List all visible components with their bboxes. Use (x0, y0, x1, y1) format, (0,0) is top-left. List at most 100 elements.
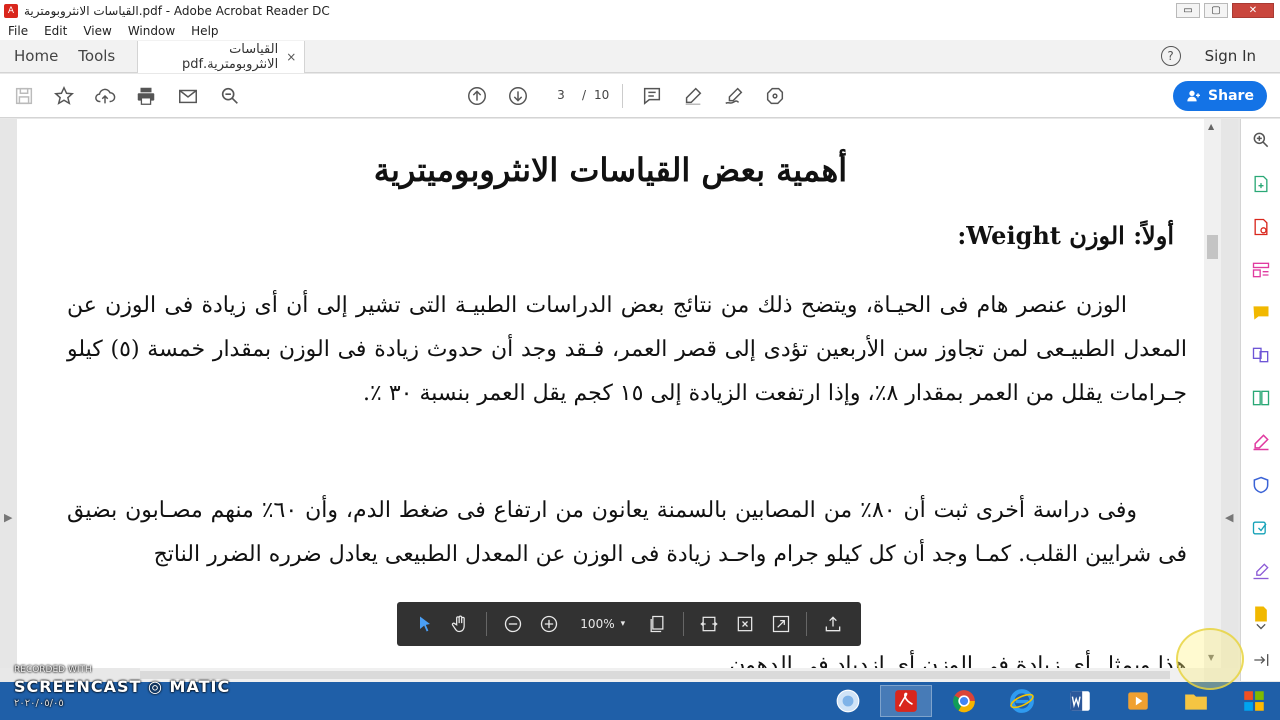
search-icon[interactable] (218, 84, 242, 108)
tools-scroll-down-icon[interactable] (1250, 615, 1272, 637)
select-arrow-icon[interactable] (412, 611, 438, 637)
zoom-dropdown-icon[interactable]: ▾ (621, 619, 626, 629)
email-icon[interactable] (176, 84, 200, 108)
taskbar-circle-app-icon[interactable] (822, 685, 874, 717)
hand-pan-icon[interactable] (448, 611, 474, 637)
signature-icon[interactable] (1250, 560, 1272, 582)
full-screen-icon[interactable] (768, 611, 794, 637)
page-heading: أهمية بعض القياسات الانثروبوميترية (373, 151, 848, 189)
taskbar-media-icon[interactable] (1112, 685, 1164, 717)
edit-pdf-icon[interactable] (1250, 259, 1272, 281)
page-view-icon[interactable] (644, 611, 670, 637)
highlight-pen-icon[interactable] (681, 84, 705, 108)
main-toolbar: 3 / 10 Share (0, 74, 1280, 118)
paragraph: الوزن عنصر هام فى الحيـاة، ويتضح ذلك من … (67, 293, 1188, 406)
cursor-highlight (1176, 628, 1244, 690)
page-navigator: 3 / 10 (548, 88, 609, 102)
vertical-scrollbar[interactable]: ▲ ▼ (1204, 119, 1221, 668)
comment-tool-icon[interactable] (1250, 302, 1272, 324)
left-pane-toggle-icon[interactable]: ▶ (4, 511, 12, 524)
sign-in-link[interactable]: Sign In (1205, 47, 1256, 65)
upload-cloud-icon[interactable] (93, 84, 117, 108)
title-bar: A القياسات الانثروبومترية.pdf - Adobe Ac… (0, 0, 1280, 21)
tab-document[interactable]: القياسات الانثروبومترية.pdf × (137, 41, 306, 73)
watermark-date: ٢٠٢٠/٠٥/٠٥ (14, 698, 64, 709)
taskbar-acrobat-icon[interactable] (880, 685, 932, 717)
zoom-search-icon[interactable] (1250, 129, 1272, 151)
float-divider (806, 612, 808, 636)
zoom-in-icon[interactable] (536, 611, 562, 637)
float-divider (682, 612, 684, 636)
minimize-button[interactable]: ▭ (1176, 3, 1200, 18)
horizontal-scrollbar[interactable] (140, 668, 1204, 682)
document-viewport[interactable]: ▶ أهمية بعض القياسات الانثروبوميترية أول… (0, 119, 1238, 668)
export-upload-icon[interactable] (820, 611, 846, 637)
watermark-brand-suffix: MATIC (169, 677, 231, 696)
taskbar-ie-icon[interactable] (996, 685, 1048, 717)
menu-help[interactable]: Help (183, 24, 226, 38)
collapse-pane-icon[interactable] (1250, 649, 1272, 671)
menu-bar: File Edit View Window Help (0, 21, 1280, 40)
stamp-icon[interactable] (763, 84, 787, 108)
help-icon[interactable]: ? (1160, 46, 1181, 66)
organize-pages-icon[interactable] (1250, 387, 1272, 409)
tab-close-icon[interactable]: × (286, 50, 296, 64)
watermark-brand-name: SCREENCAST (14, 677, 142, 696)
floating-zoom-toolbar: 100% ▾ (397, 602, 861, 646)
send-review-icon[interactable] (1250, 517, 1272, 539)
comment-icon[interactable] (640, 84, 664, 108)
tab-home[interactable]: Home (0, 40, 72, 72)
horizontal-scroll-thumb[interactable] (140, 671, 1170, 679)
float-divider (486, 612, 488, 636)
page-number-input[interactable]: 3 (548, 88, 574, 102)
create-pdf-icon[interactable] (1250, 216, 1272, 238)
menu-file[interactable]: File (0, 24, 36, 38)
fit-width-icon[interactable] (697, 611, 723, 637)
section-title: أولاً: الوزن Weight: (957, 221, 1174, 250)
watermark-brand: SCREENCAST ◎ MATIC (14, 677, 230, 696)
tab-tools[interactable]: Tools (72, 40, 129, 72)
taskbar-folder-icon[interactable] (1170, 685, 1222, 717)
fill-sign-icon[interactable] (1250, 431, 1272, 453)
fit-page-icon[interactable] (732, 611, 758, 637)
window-controls: ▭ ▢ ✕ (1176, 3, 1274, 18)
draw-sign-icon[interactable] (722, 84, 746, 108)
previous-page-icon[interactable] (465, 84, 489, 108)
maximize-button[interactable]: ▢ (1204, 3, 1228, 18)
page-separator: / (582, 88, 587, 102)
taskbar-word-icon[interactable] (1054, 685, 1106, 717)
right-pane-toggle-icon[interactable]: ◀ (1225, 511, 1233, 524)
combine-files-icon[interactable] (1250, 344, 1272, 366)
watermark-logo-icon: ◎ (147, 677, 163, 696)
scroll-up-icon[interactable]: ▲ (1208, 122, 1214, 131)
share-label: Share (1208, 88, 1254, 104)
tab-bar: Home Tools القياسات الانثروبومترية.pdf ×… (0, 40, 1280, 73)
next-page-icon[interactable] (506, 84, 530, 108)
zoom-out-icon[interactable] (500, 611, 526, 637)
toolbar-divider (622, 84, 623, 108)
zoom-level[interactable]: 100% (580, 617, 614, 631)
vertical-scroll-thumb[interactable] (1207, 235, 1218, 259)
close-window-button[interactable]: ✕ (1232, 3, 1274, 18)
menu-edit[interactable]: Edit (36, 24, 75, 38)
paragraph: وفى دراسة أخرى ثبت أن ٨٠٪ من المصابين با… (67, 498, 1187, 567)
bookmark-star-icon[interactable] (52, 84, 76, 108)
pdf-app-icon: A (4, 3, 18, 18)
right-tools-pane (1240, 119, 1280, 681)
menu-window[interactable]: Window (120, 24, 183, 38)
save-icon[interactable] (12, 84, 36, 108)
protect-shield-icon[interactable] (1250, 474, 1272, 496)
screencast-watermark: RECORDED WITH SCREENCAST ◎ MATIC ٢٠٢٠/٠٥… (14, 665, 230, 709)
taskbar-start-icon[interactable] (1228, 685, 1280, 717)
menu-view[interactable]: View (75, 24, 119, 38)
share-person-icon (1187, 90, 1201, 102)
acrobat-window: A القياسات الانثروبومترية.pdf - Adobe Ac… (0, 0, 1280, 720)
share-button[interactable]: Share (1173, 81, 1267, 111)
print-icon[interactable] (134, 84, 158, 108)
window-title: القياسات الانثروبومترية.pdf - Adobe Acro… (24, 3, 330, 18)
watermark-recorded: RECORDED WITH (14, 665, 92, 675)
paragraph: هذا ويمثل أى زيادة فى الوزن أى ازدياد فى… (729, 653, 1187, 668)
taskbar-chrome-icon[interactable] (938, 685, 990, 717)
tab-document-label: القياسات الانثروبومترية.pdf (181, 42, 279, 72)
export-pdf-icon[interactable] (1250, 173, 1272, 195)
